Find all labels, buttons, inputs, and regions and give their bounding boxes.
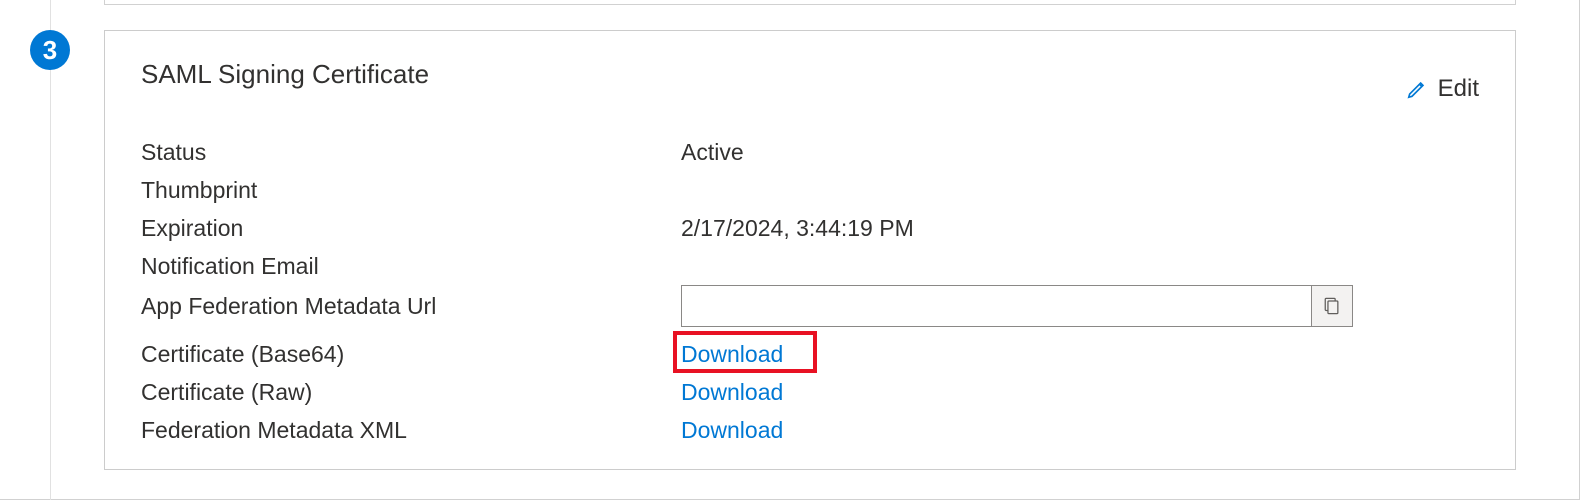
edit-label: Edit bbox=[1438, 75, 1479, 103]
edit-button[interactable]: Edit bbox=[1406, 59, 1479, 103]
cert-base64-label: Certificate (Base64) bbox=[141, 341, 681, 368]
cert-raw-label: Certificate (Raw) bbox=[141, 379, 681, 406]
expiration-row: Expiration 2/17/2024, 3:44:19 PM bbox=[141, 209, 1479, 247]
copy-button[interactable] bbox=[1311, 285, 1353, 327]
copy-icon bbox=[1323, 296, 1341, 316]
federation-url-control bbox=[681, 285, 1353, 327]
download-base64-link[interactable]: Download bbox=[681, 341, 783, 368]
fed-xml-row: Federation Metadata XML Download bbox=[141, 411, 1479, 449]
download-fed-xml-link[interactable]: Download bbox=[681, 417, 783, 444]
pencil-icon bbox=[1406, 78, 1428, 100]
expiration-label: Expiration bbox=[141, 215, 681, 242]
download-raw-link[interactable]: Download bbox=[681, 379, 783, 406]
notification-email-label: Notification Email bbox=[141, 253, 681, 280]
federation-url-row: App Federation Metadata Url bbox=[141, 285, 1479, 327]
federation-url-label: App Federation Metadata Url bbox=[141, 293, 681, 320]
previous-card-edge bbox=[104, 0, 1516, 5]
thumbprint-row: Thumbprint bbox=[141, 171, 1479, 209]
federation-url-input[interactable] bbox=[681, 285, 1311, 327]
saml-signing-certificate-card: SAML Signing Certificate Edit Status Act… bbox=[104, 30, 1516, 470]
card-header: SAML Signing Certificate Edit bbox=[141, 59, 1479, 103]
status-label: Status bbox=[141, 139, 681, 166]
fed-xml-label: Federation Metadata XML bbox=[141, 417, 681, 444]
card-title: SAML Signing Certificate bbox=[141, 59, 429, 90]
cert-base64-row: Certificate (Base64) Download bbox=[141, 335, 1479, 373]
notification-email-row: Notification Email bbox=[141, 247, 1479, 285]
cert-raw-row: Certificate (Raw) Download bbox=[141, 373, 1479, 411]
step-number-badge: 3 bbox=[30, 30, 70, 70]
expiration-value: 2/17/2024, 3:44:19 PM bbox=[681, 215, 914, 242]
status-value: Active bbox=[681, 139, 744, 166]
timeline-line bbox=[50, 0, 51, 500]
status-row: Status Active bbox=[141, 133, 1479, 171]
thumbprint-label: Thumbprint bbox=[141, 177, 681, 204]
